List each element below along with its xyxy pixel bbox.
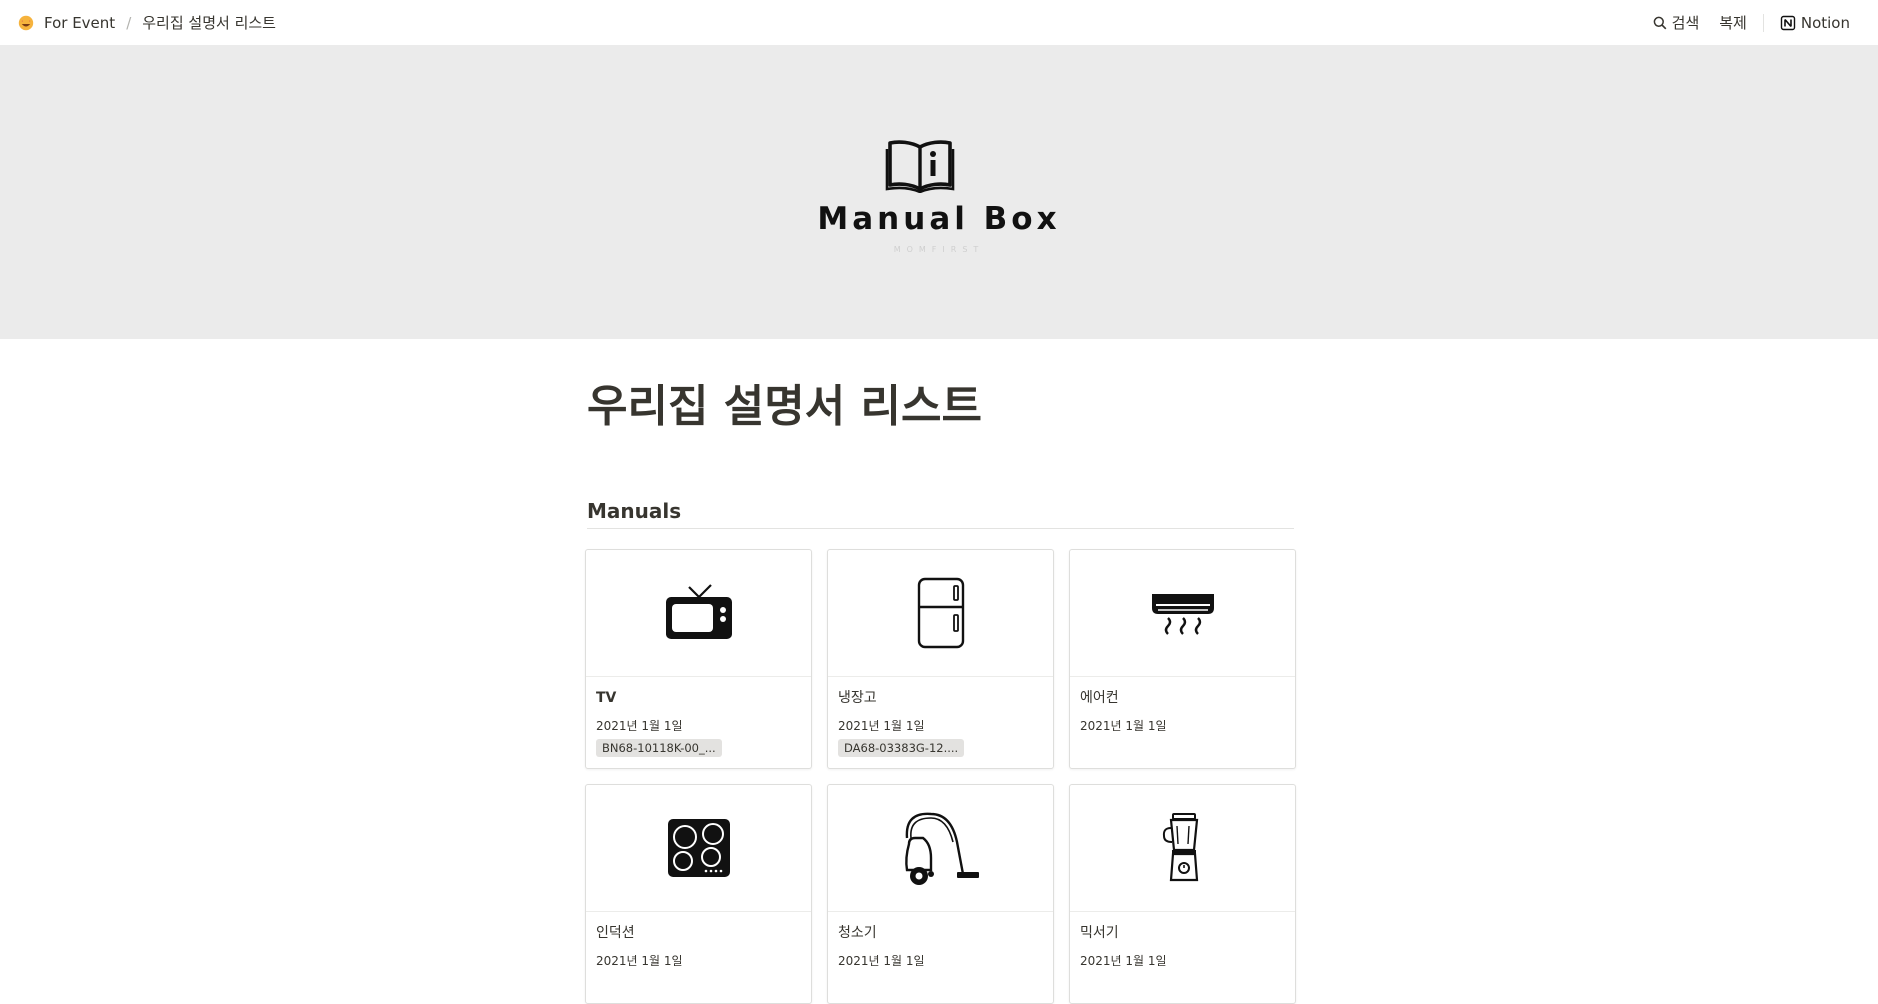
card-model-tag: BN68-10118K-00_... — [596, 739, 722, 757]
topbar-actions: 검색 복제 Notion — [1643, 12, 1860, 33]
card-title: 냉장고 — [838, 690, 877, 706]
card-preview — [586, 785, 811, 912]
manual-box-logo: Manual Box MOMFIRST — [0, 45, 1878, 339]
duplicate-button[interactable]: 복제 — [1709, 12, 1757, 33]
vacuum-cleaner-icon — [904, 812, 979, 885]
refrigerator-icon — [917, 577, 964, 649]
gallery-card-air-conditioner[interactable]: 에어컨 2021년 1월 1일 — [1069, 549, 1296, 769]
card-preview — [1070, 550, 1295, 677]
card-date: 2021년 1월 1일 — [838, 954, 925, 968]
card-title: 에어컨 — [1080, 690, 1119, 706]
open-book-info-icon — [885, 140, 955, 193]
tv-icon — [665, 584, 732, 639]
duplicate-label: 복제 — [1719, 14, 1747, 32]
star-struck-emoji-icon — [18, 15, 34, 30]
card-preview — [828, 785, 1053, 912]
card-title: TV — [596, 690, 617, 706]
breadcrumb-separator: / — [126, 13, 132, 32]
breadcrumb: For Event / 우리집 설명서 리스트 — [18, 12, 276, 33]
card-preview — [1070, 785, 1295, 912]
top-bar: For Event / 우리집 설명서 리스트 검색 복제 Notion — [0, 0, 1878, 45]
card-title: 청소기 — [838, 925, 877, 941]
notion-button[interactable]: Notion — [1770, 14, 1860, 32]
divider — [1762, 13, 1764, 32]
air-conditioner-icon — [1151, 594, 1214, 635]
gallery-card-refrigerator[interactable]: 냉장고 2021년 1월 1일 DA68-03383G-12.... — [827, 549, 1054, 769]
card-date: 2021년 1월 1일 — [1080, 719, 1167, 733]
gallery-card-induction[interactable]: 인덕션 2021년 1월 1일 — [585, 784, 812, 1004]
gallery-card-blender[interactable]: 믹서기 2021년 1월 1일 — [1069, 784, 1296, 1004]
gallery-card-vacuum[interactable]: 청소기 2021년 1월 1일 — [827, 784, 1054, 1004]
card-title: 믹서기 — [1080, 925, 1119, 941]
search-button[interactable]: 검색 — [1643, 12, 1710, 33]
cover-image: Manual Box MOMFIRST — [0, 45, 1878, 339]
breadcrumb-item-for-event[interactable]: For Event — [44, 14, 115, 32]
card-date: 2021년 1월 1일 — [1080, 954, 1167, 968]
card-date: 2021년 1월 1일 — [838, 719, 925, 733]
page-content: 우리집 설명서 리스트 Manuals TV 2021년 1월 1일 BN68-… — [585, 339, 1296, 1004]
induction-cooktop-icon — [667, 819, 730, 877]
card-model-tag: DA68-03383G-12.... — [838, 739, 965, 757]
page-title: 우리집 설명서 리스트 — [587, 381, 982, 432]
breadcrumb-item-current-page[interactable]: 우리집 설명서 리스트 — [142, 12, 276, 33]
search-icon — [1653, 16, 1667, 29]
card-preview — [828, 550, 1053, 677]
notion-label: Notion — [1800, 13, 1850, 32]
brand-subtitle: MOMFIRST — [893, 245, 985, 254]
gallery-card-tv[interactable]: TV 2021년 1월 1일 BN68-10118K-00_... — [585, 549, 812, 769]
blender-icon — [1162, 813, 1198, 882]
card-date: 2021년 1월 1일 — [596, 954, 683, 968]
brand-name: Manual Box — [817, 201, 1061, 237]
database-title[interactable]: Manuals — [587, 497, 1294, 529]
card-title: 인덕션 — [596, 925, 635, 941]
search-label: 검색 — [1671, 14, 1700, 32]
gallery-grid: TV 2021년 1월 1일 BN68-10118K-00_... 냉장고 20… — [585, 549, 1296, 1004]
notion-logo-icon — [1780, 15, 1796, 30]
card-date: 2021년 1월 1일 — [596, 719, 683, 733]
card-preview — [586, 550, 811, 677]
